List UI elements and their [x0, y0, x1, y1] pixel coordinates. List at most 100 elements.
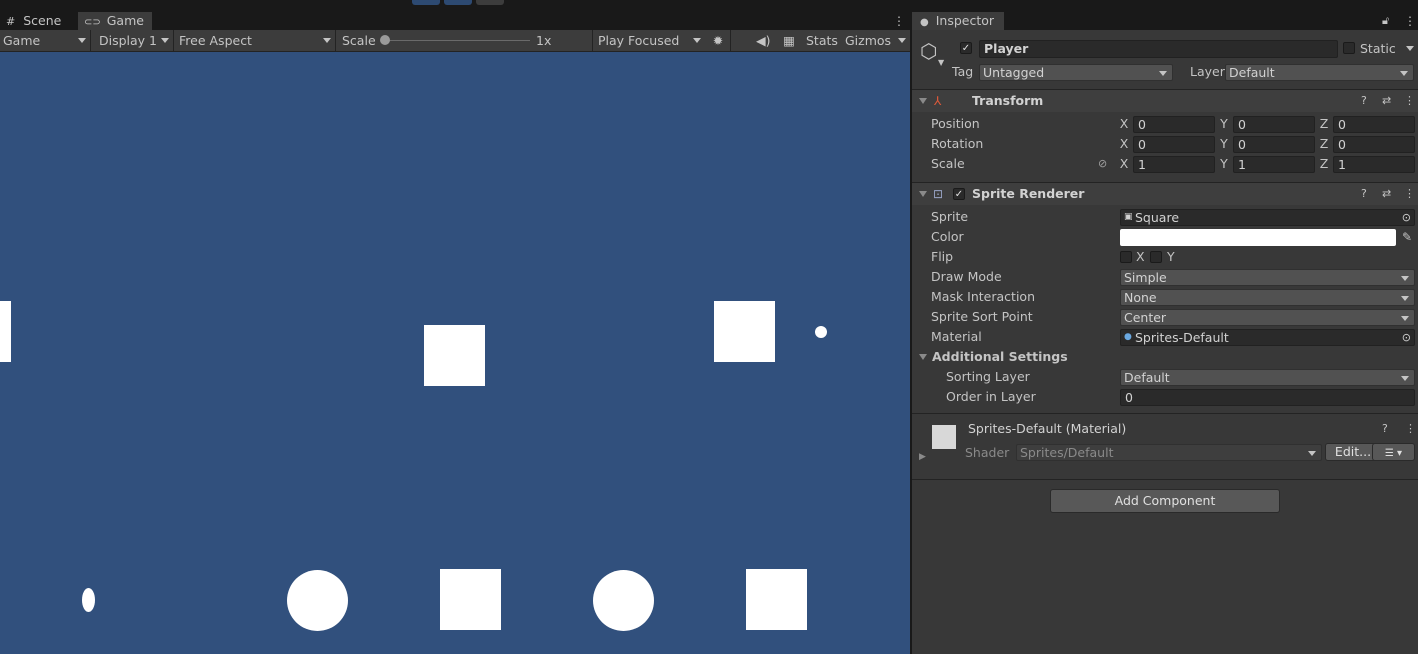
rotation-y-field[interactable]: 0 — [1233, 136, 1315, 153]
flip-y-checkbox[interactable] — [1150, 251, 1162, 263]
expand-arrow-icon[interactable]: ▶ — [919, 452, 926, 462]
tab-scene-label: Scene — [23, 13, 62, 28]
audio-icon[interactable]: ◀) — [756, 30, 771, 51]
order-in-layer-field[interactable]: 0 — [1120, 389, 1415, 406]
game-viewport[interactable] — [0, 52, 910, 654]
object-picker-icon[interactable]: ⊙ — [1402, 210, 1411, 225]
shader-label: Shader — [965, 445, 1010, 460]
tag-label: Tag — [952, 64, 974, 79]
axis-y-label: Y — [1220, 116, 1228, 131]
active-checkbox[interactable]: ✓ — [960, 42, 972, 54]
additional-settings-row[interactable]: Additional Settings — [912, 347, 1418, 367]
component-menu-icon[interactable]: ⋮ — [1404, 90, 1415, 112]
scale-x-field[interactable]: 1 — [1133, 156, 1215, 173]
material-object-field[interactable]: ● Sprites-Default ⊙ — [1120, 329, 1415, 346]
play-button[interactable] — [412, 0, 440, 5]
tab-game-label: Game — [106, 13, 144, 28]
play-mode-dropdown[interactable]: Play Focused — [593, 30, 705, 51]
scale-y-field[interactable]: 1 — [1233, 156, 1315, 173]
white-square-sprite — [440, 569, 501, 630]
left-tab-bar: # Scene ⊂⊃ Game ⋮ — [0, 12, 910, 30]
object-picker-icon[interactable]: ⊙ — [1402, 330, 1411, 345]
scale-slider-handle[interactable] — [380, 35, 390, 45]
white-square-sprite — [0, 301, 11, 362]
lock-icon[interactable]: 🔓︎ — [1382, 12, 1389, 30]
order-in-layer-label: Order in Layer — [946, 389, 1036, 404]
keyboard-icon[interactable]: ▦ — [781, 30, 797, 51]
transform-header[interactable]: ⅄ Transform ? ⇄ ⋮ — [912, 89, 1418, 112]
scale-slider-track[interactable] — [383, 40, 530, 41]
presets-icon[interactable]: ⇄ — [1382, 183, 1391, 205]
material-asset-icon: ● — [1124, 332, 1132, 342]
add-component-button[interactable]: Add Component — [1050, 489, 1280, 513]
divider — [730, 30, 731, 51]
static-dropdown-arrow[interactable] — [1406, 46, 1414, 51]
stats-button[interactable]: Stats — [806, 30, 838, 51]
tab-inspector[interactable]: ● Inspector — [912, 12, 1004, 30]
play-mode-label: Play Focused — [598, 33, 680, 48]
sprite-value: Square — [1135, 210, 1180, 225]
sprite-renderer-enabled-checkbox[interactable]: ✓ — [953, 188, 965, 200]
layer-dropdown[interactable]: Default — [1225, 64, 1414, 81]
sort-point-dropdown[interactable]: Center — [1120, 309, 1415, 326]
aspect-dropdown[interactable]: Free Aspect — [174, 30, 335, 51]
mask-interaction-dropdown[interactable]: None — [1120, 289, 1415, 306]
fold-arrow-icon[interactable] — [919, 98, 927, 104]
flip-x-checkbox[interactable] — [1120, 251, 1132, 263]
shader-options-button[interactable]: ☰ ▾ — [1372, 443, 1415, 461]
gamepad-icon: ⊂⊃ — [84, 17, 101, 28]
flip-x-label: X — [1136, 249, 1145, 264]
game-mode-dropdown[interactable]: Game — [0, 30, 90, 51]
axis-z-label: Z — [1319, 116, 1329, 131]
sorting-layer-dropdown[interactable]: Default — [1120, 369, 1415, 386]
gizmos-dropdown[interactable]: Gizmos — [843, 30, 910, 51]
display-dropdown[interactable]: Display 1 — [91, 30, 173, 51]
tab-scene[interactable]: # Scene — [0, 12, 76, 30]
grid-icon: # — [6, 15, 16, 28]
fold-arrow-icon[interactable] — [919, 354, 927, 360]
mask-interaction-row: Mask Interaction None — [912, 287, 1418, 307]
pause-button[interactable] — [444, 0, 472, 5]
icon-dropdown-arrow[interactable]: ▼ — [938, 58, 944, 67]
rotation-label: Rotation — [931, 136, 984, 151]
sprite-object-field[interactable]: ▣ Square ⊙ — [1120, 209, 1415, 226]
rotation-z-field[interactable]: 0 — [1333, 136, 1415, 153]
bug-icon[interactable]: ✹ — [710, 30, 726, 51]
shader-dropdown[interactable]: Sprites/Default — [1016, 444, 1322, 461]
position-z-field[interactable]: 0 — [1333, 116, 1415, 133]
white-capsule-sprite — [82, 588, 95, 612]
fold-arrow-icon[interactable] — [919, 191, 927, 197]
position-y-field[interactable]: 0 — [1233, 116, 1315, 133]
sprite-renderer-header[interactable]: ⊡ ✓ Sprite Renderer ? ⇄ ⋮ — [912, 182, 1418, 205]
more-options-icon[interactable]: ⋮ — [1404, 12, 1416, 30]
position-x-field[interactable]: 0 — [1133, 116, 1215, 133]
component-menu-icon[interactable]: ⋮ — [1404, 183, 1415, 205]
static-checkbox[interactable] — [1343, 42, 1355, 54]
sprite-label: Sprite — [931, 209, 969, 224]
help-icon[interactable]: ? — [1382, 420, 1388, 438]
divider — [335, 30, 336, 51]
sort-point-label: Sprite Sort Point — [931, 309, 1033, 324]
object-name-field[interactable]: Player — [979, 40, 1338, 58]
additional-settings-label: Additional Settings — [932, 349, 1068, 364]
scale-row: Scale ⊘ X 1 Y 1 Z 1 — [912, 154, 1418, 174]
presets-icon[interactable]: ⇄ — [1382, 90, 1391, 112]
tag-dropdown[interactable]: Untagged — [979, 64, 1173, 81]
divider — [912, 413, 1418, 414]
position-label: Position — [931, 116, 980, 131]
more-options-icon[interactable]: ⋮ — [893, 12, 905, 30]
help-icon[interactable]: ? — [1361, 183, 1367, 205]
draw-mode-dropdown[interactable]: Simple — [1120, 269, 1415, 286]
color-swatch[interactable] — [1120, 229, 1396, 246]
help-icon[interactable]: ? — [1361, 90, 1367, 112]
constrain-link-icon[interactable]: ⊘ — [1098, 154, 1107, 174]
scale-label: Scale — [931, 156, 965, 171]
step-button[interactable] — [476, 0, 504, 5]
scale-z-field[interactable]: 1 — [1333, 156, 1415, 173]
tab-game[interactable]: ⊂⊃ Game — [78, 12, 152, 30]
eyedropper-icon[interactable]: ✎ — [1402, 227, 1412, 247]
rotation-x-field[interactable]: 0 — [1133, 136, 1215, 153]
order-in-layer-row: Order in Layer 0 — [912, 387, 1418, 407]
axis-x-label: X — [1119, 116, 1129, 131]
component-menu-icon[interactable]: ⋮ — [1405, 420, 1416, 438]
